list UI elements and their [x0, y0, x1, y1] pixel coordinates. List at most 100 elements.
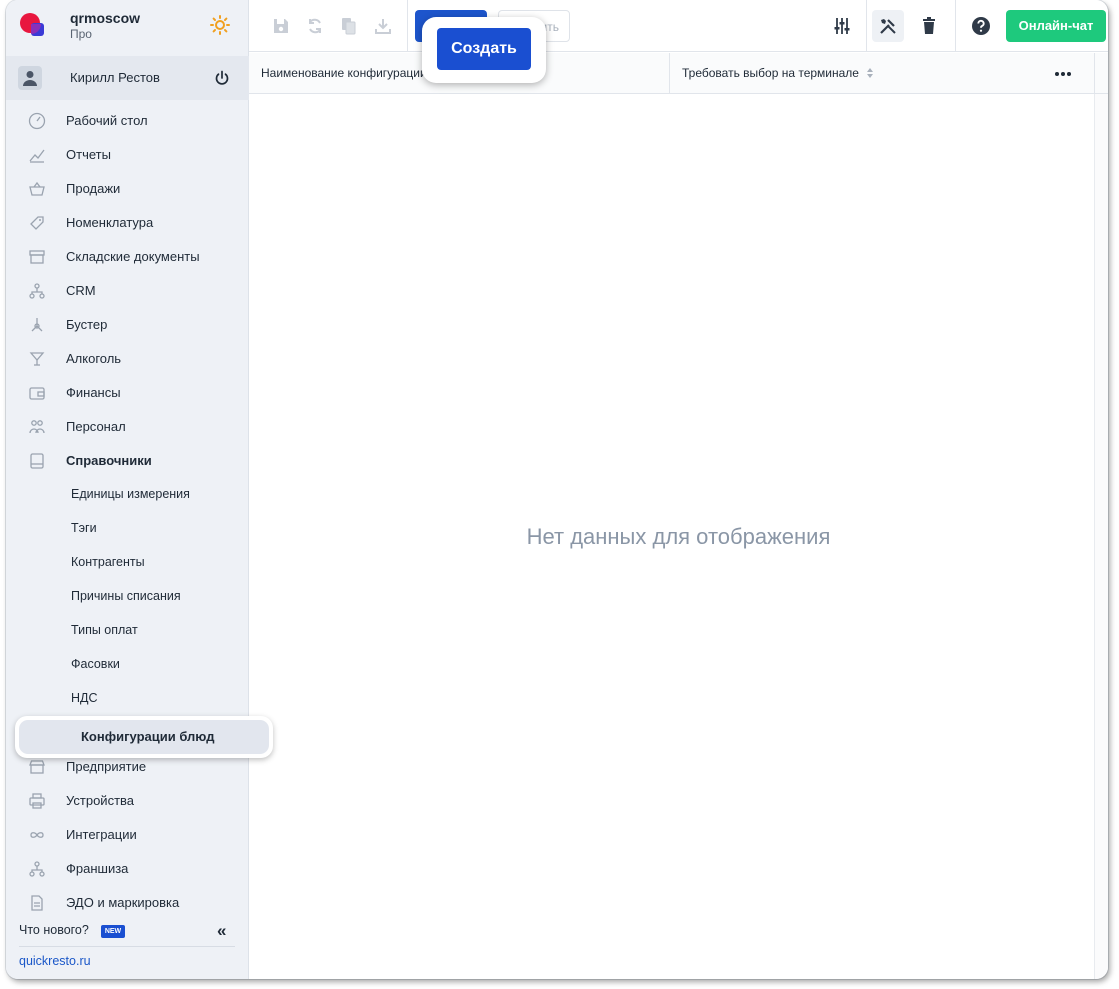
site-link[interactable]: quickresto.ru [19, 954, 91, 968]
sidebar-item-devices[interactable]: Устройства [6, 784, 249, 818]
sidebar-item-label: Отчеты [66, 147, 111, 162]
trash-icon[interactable] [919, 16, 939, 36]
sidebar-item-label: CRM [66, 283, 96, 298]
sidebar-item-label: Интеграции [66, 827, 137, 842]
sidebar: qrmoscow Про Кирилл Рестов Рабочий стол … [6, 0, 249, 979]
table-body: Нет данных для отображения [249, 94, 1108, 979]
subnav-item-label: Типы оплат [71, 623, 138, 637]
whats-new-link[interactable]: Что нового? [19, 923, 89, 937]
app-logo [20, 13, 44, 36]
reports-icon [29, 149, 45, 163]
wallet-icon [29, 387, 45, 400]
create-button[interactable]: Создать [437, 28, 531, 70]
subnav-item-units[interactable]: Единицы измерения [6, 478, 249, 512]
sidebar-item-edo[interactable]: ЭДО и маркировка [6, 886, 249, 920]
empty-state-text: Нет данных для отображения [526, 523, 831, 549]
sidebar-item-label: ЭДО и маркировка [66, 895, 180, 910]
power-icon[interactable] [214, 70, 230, 86]
book-icon [30, 453, 44, 469]
subnav-item-payment-types[interactable]: Типы оплат [6, 614, 249, 648]
glass-icon [29, 352, 45, 366]
toolbar-separator [955, 0, 956, 52]
sidebar-item-booster[interactable]: Бустер [6, 308, 249, 342]
sidebar-item-sales[interactable]: Продажи [6, 172, 249, 206]
tools-icon [880, 19, 896, 34]
copy-icon[interactable] [339, 16, 359, 36]
people-icon [29, 420, 45, 434]
sun-icon[interactable] [210, 15, 230, 35]
subnav-item-contractors[interactable]: Контрагенты [6, 546, 249, 580]
sidebar-item-integrations[interactable]: Интеграции [6, 818, 249, 852]
store-icon [29, 760, 45, 774]
column-header-name[interactable]: Наименование конфигурации [261, 66, 427, 80]
user-icon [23, 71, 37, 86]
sidebar-item-franchise[interactable]: Франшиза [6, 852, 249, 886]
online-chat-button[interactable]: Онлайн-чат [1006, 10, 1106, 42]
sidebar-item-label: Устройства [66, 793, 135, 808]
filter-sliders-icon[interactable] [832, 16, 852, 36]
org-plan: Про [70, 27, 92, 41]
sidebar-item-reports[interactable]: Отчеты [6, 138, 249, 172]
column-separator [1094, 53, 1095, 94]
subnav-item-tags[interactable]: Тэги [6, 512, 249, 546]
sidebar-item-label: Предприятие [66, 759, 147, 774]
sidebar-item-label: Номенклатура [66, 215, 154, 230]
sidebar-item-crm[interactable]: CRM [6, 274, 249, 308]
infinity-icon [30, 832, 44, 838]
warehouse-icon [29, 250, 45, 264]
save-icon[interactable] [271, 16, 291, 36]
vertical-scrollbar[interactable] [1094, 94, 1108, 979]
sidebar-item-label: Бустер [66, 317, 108, 332]
toolbar-separator [866, 0, 867, 52]
download-icon[interactable] [373, 16, 393, 36]
divider [19, 946, 235, 947]
more-options-icon[interactable] [1054, 71, 1072, 77]
sidebar-item-dashboard[interactable]: Рабочий стол [6, 104, 249, 138]
sidebar-item-staff[interactable]: Персонал [6, 410, 249, 444]
new-badge: NEW [101, 925, 125, 938]
avatar [18, 66, 42, 90]
subnav-item-label: Единицы измерения [71, 487, 190, 501]
subnav-item-vat[interactable]: НДС [6, 682, 249, 716]
sidebar-item-dish-configurations[interactable]: Конфигурации блюд [15, 716, 273, 758]
tools-button[interactable] [872, 10, 904, 42]
table-header: Наименование конфигурации Требовать выбо… [249, 53, 1108, 94]
sidebar-item-label: Складские документы [66, 249, 200, 264]
user-row[interactable]: Кирилл Рестов [6, 56, 249, 100]
printer-icon [29, 793, 45, 809]
subnav-item-label: Причины списания [71, 589, 181, 603]
sidebar-item-label: Алкоголь [66, 351, 122, 366]
booster-icon [31, 318, 43, 332]
sidebar-item-label: Франшиза [66, 861, 129, 876]
sidebar-item-label: Конфигурации блюд [81, 729, 215, 744]
sidebar-item-alcohol[interactable]: Алкоголь [6, 342, 249, 376]
sidebar-item-label: Справочники [66, 453, 152, 468]
subnav-item-writeoff-reasons[interactable]: Причины списания [6, 580, 249, 614]
toolbar: ить Онлайн-чат [249, 0, 1108, 52]
sidebar-item-label: Рабочий стол [66, 113, 148, 128]
org-name: qrmoscow [70, 10, 141, 26]
org-header[interactable]: qrmoscow Про [6, 0, 249, 52]
column-separator [669, 53, 670, 94]
sort-icon[interactable] [866, 67, 874, 79]
sidebar-item-warehouse[interactable]: Складские документы [6, 240, 249, 274]
subnav-item-label: Контрагенты [71, 555, 145, 569]
collapse-sidebar-icon[interactable]: « [217, 922, 226, 939]
create-button-highlight: Создать [422, 17, 546, 83]
sidebar-item-nomenclature[interactable]: Номенклатура [6, 206, 249, 240]
sidebar-item-directories[interactable]: Справочники [6, 444, 249, 478]
refresh-icon[interactable] [305, 16, 325, 36]
tag-icon [30, 216, 44, 230]
subnav-item-label: Тэги [71, 521, 97, 535]
sidebar-item-finance[interactable]: Финансы [6, 376, 249, 410]
app-window: qrmoscow Про Кирилл Рестов Рабочий стол … [6, 0, 1108, 979]
help-icon[interactable] [971, 16, 991, 36]
sidebar-item-label: Финансы [66, 385, 121, 400]
subnav-item-packaging[interactable]: Фасовки [6, 648, 249, 682]
user-name: Кирилл Рестов [70, 70, 160, 85]
dashboard-icon [28, 112, 46, 130]
document-icon [31, 895, 43, 911]
column-header-require-terminal[interactable]: Требовать выбор на терминале [682, 66, 859, 80]
franchise-icon [29, 861, 45, 877]
basket-icon [29, 181, 45, 196]
